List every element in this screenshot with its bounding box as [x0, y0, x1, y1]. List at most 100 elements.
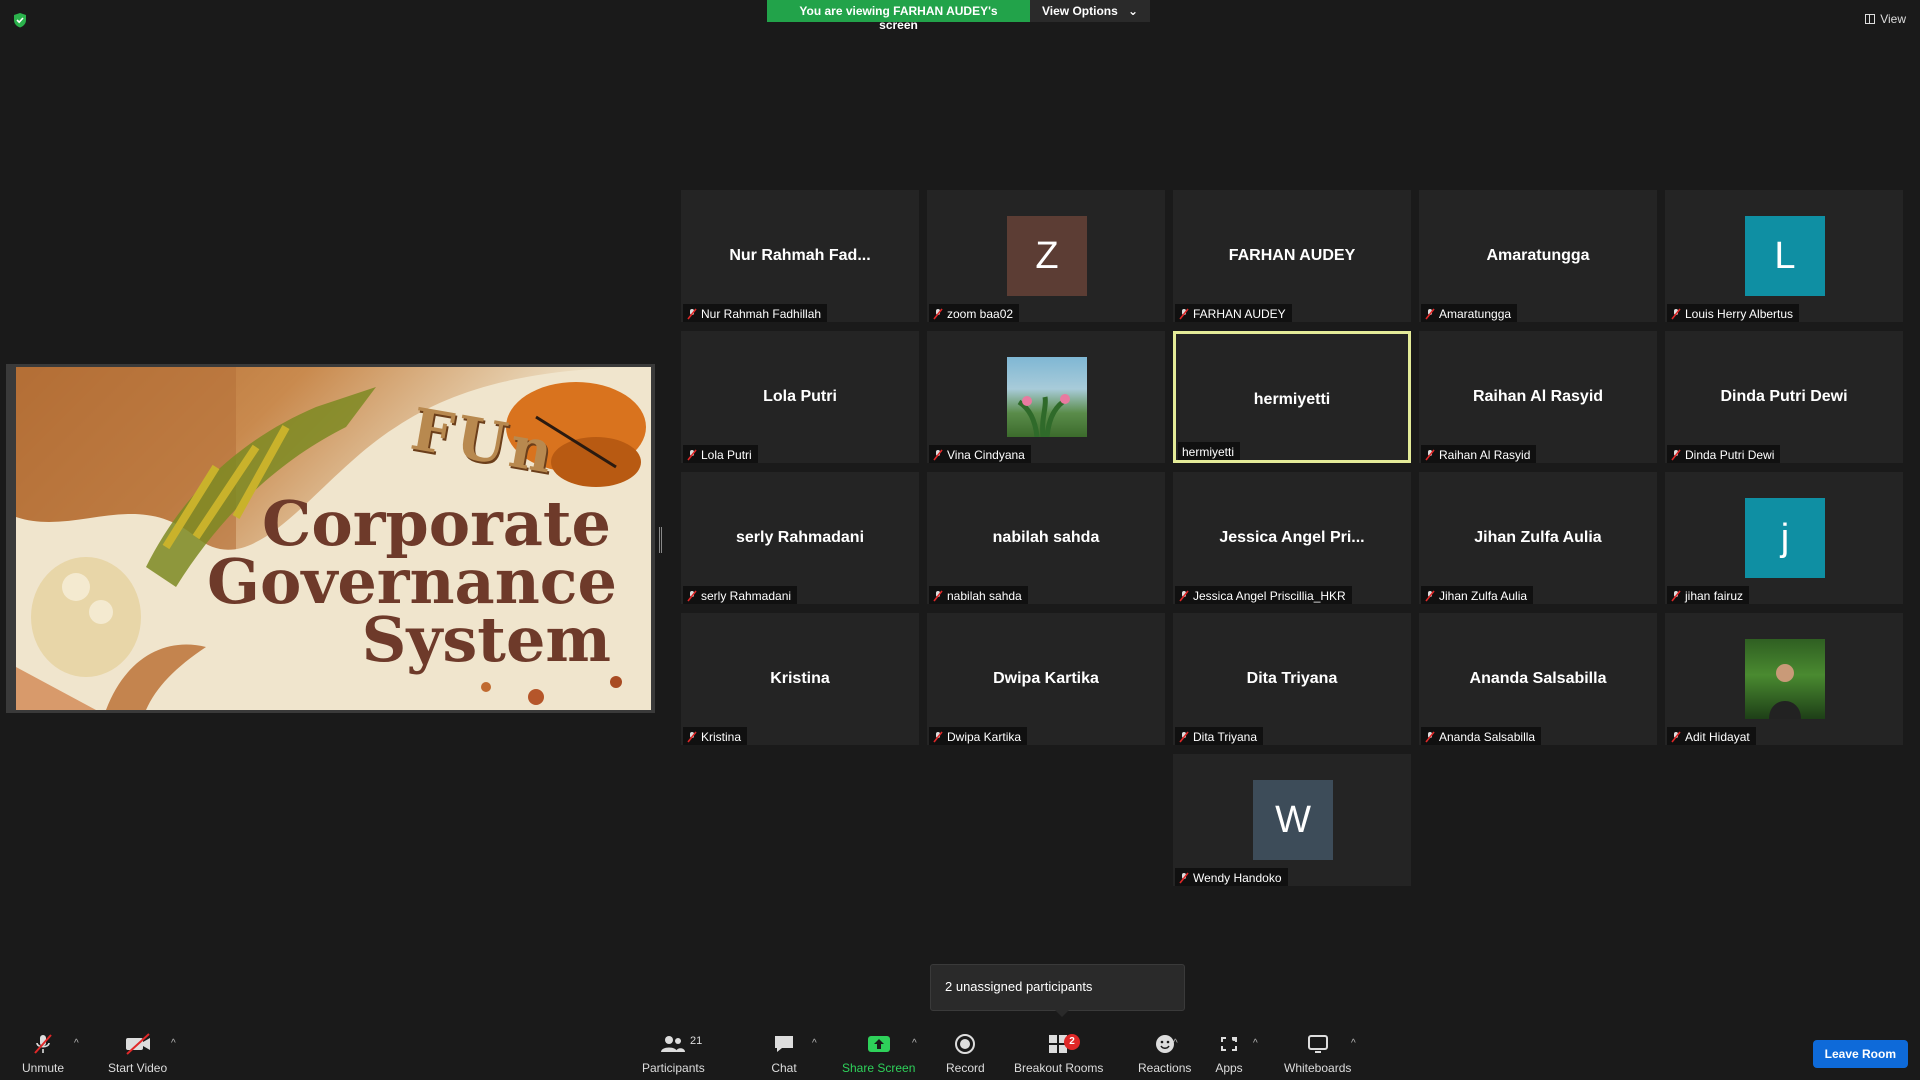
muted-microphone-icon [933, 731, 943, 743]
start-video-button[interactable]: Start Video [108, 1031, 167, 1075]
participant-tile[interactable]: j jihan fairuz [1665, 472, 1903, 604]
muted-microphone-icon [933, 308, 943, 320]
participant-name: Vina Cindyana [947, 447, 1025, 462]
participant-tile[interactable]: Jihan Zulfa Aulia Jihan Zulfa Aulia [1419, 472, 1657, 604]
apps-button[interactable]: Apps [1215, 1031, 1243, 1075]
participant-tile[interactable]: Kristina Kristina [681, 613, 919, 745]
participant-name-label: hermiyetti [1178, 442, 1241, 460]
participant-tile[interactable]: L Louis Herry Albertus [1665, 190, 1903, 322]
participant-tile[interactable]: Vina Cindyana [927, 331, 1165, 463]
participant-tile[interactable]: W Wendy Handoko [1173, 754, 1411, 886]
participant-name-label: jihan fairuz [1667, 586, 1750, 604]
view-layout-button[interactable]: View [1865, 12, 1906, 26]
screen-share-banner: You are viewing FARHAN AUDEY's screen Vi… [767, 0, 1150, 32]
whiteboards-options-caret-icon[interactable]: ^ [1351, 1038, 1356, 1049]
participant-tile[interactable]: Raihan Al Rasyid Raihan Al Rasyid [1419, 331, 1657, 463]
chevron-down-icon: ⌄ [1127, 4, 1138, 18]
start-video-label: Start Video [108, 1061, 168, 1075]
participant-tile[interactable]: Zzoom baa02 [927, 190, 1165, 322]
panel-resize-handle[interactable] [659, 527, 662, 553]
participant-display-name: Nur Rahmah Fad... [729, 247, 871, 264]
audio-options-caret-icon[interactable]: ^ [74, 1038, 79, 1049]
participant-tile[interactable]: Ananda Salsabilla Ananda Salsabilla [1419, 613, 1657, 745]
apps-options-caret-icon[interactable]: ^ [1253, 1038, 1258, 1049]
unmute-label: Unmute [22, 1061, 65, 1075]
participant-tile[interactable]: Adit Hidayat [1665, 613, 1903, 745]
whiteboard-icon [1304, 1031, 1332, 1057]
participant-name-label: Dwipa Kartika [929, 727, 1028, 745]
participant-display-name: FARHAN AUDEY [1228, 247, 1356, 264]
whiteboards-button[interactable]: Whiteboards [1284, 1031, 1351, 1075]
participant-tile[interactable]: Dinda Putri Dewi Dinda Putri Dewi [1665, 331, 1903, 463]
participant-name: Adit Hidayat [1685, 729, 1750, 744]
unmute-button[interactable]: Unmute [22, 1031, 64, 1075]
participant-display-name: Dwipa Kartika [993, 670, 1099, 687]
participant-name: Kristina [701, 729, 742, 744]
participant-display-name: nabilah sahda [992, 529, 1100, 546]
view-options-dropdown[interactable]: View Options ⌄ [1030, 0, 1150, 22]
participant-tile[interactable]: nabilah sahda nabilah sahda [927, 472, 1165, 604]
participant-name-label: FARHAN AUDEY [1175, 304, 1292, 322]
participant-name-label: Dinda Putri Dewi [1667, 445, 1781, 463]
participant-name: nabilah sahda [947, 588, 1022, 603]
share-screen-icon [865, 1031, 893, 1057]
participant-tile[interactable]: Jessica Angel Pri... Jessica Angel Prisci… [1173, 472, 1411, 604]
participant-name-label: nabilah sahda [929, 586, 1028, 604]
avatar: Z [1007, 216, 1087, 296]
profile-photo-plant [1007, 357, 1087, 437]
participant-name-label: serly Rahmadani [683, 586, 798, 604]
participants-count: 21 [690, 1035, 703, 1047]
reactions-label: Reactions [1138, 1061, 1192, 1075]
participant-name-label: Ananda Salsabilla [1421, 727, 1542, 745]
chat-options-caret-icon[interactable]: ^ [812, 1038, 817, 1049]
participant-tile[interactable]: Amaratungga Amaratungga [1419, 190, 1657, 322]
breakout-rooms-label: Breakout Rooms [1014, 1061, 1104, 1075]
participant-tile[interactable]: Lola Putri Lola Putri [681, 331, 919, 463]
participant-tile[interactable]: Nur Rahmah Fad... Nur Rahmah Fadhillah [681, 190, 919, 322]
participant-tile[interactable]: hermiyetti hermiyetti [1173, 331, 1411, 463]
reactions-button[interactable]: Reactions [1138, 1031, 1191, 1075]
breakout-rooms-button[interactable]: Breakout Rooms [1014, 1031, 1103, 1075]
muted-microphone-icon [29, 1031, 57, 1057]
participant-name: zoom baa02 [947, 306, 1014, 321]
share-options-caret-icon[interactable]: ^ [912, 1038, 917, 1049]
record-label: Record [946, 1061, 985, 1075]
reactions-options-caret-icon[interactable]: ^ [1173, 1038, 1178, 1049]
share-screen-label: Share Screen [842, 1061, 916, 1075]
participant-name-label: Louis Herry Albertus [1667, 304, 1800, 322]
participant-name: Wendy Handoko [1193, 870, 1282, 885]
share-screen-button[interactable]: Share Screen [842, 1031, 915, 1075]
participant-name: hermiyetti [1182, 444, 1235, 459]
muted-microphone-icon [1425, 731, 1435, 743]
muted-microphone-icon [933, 449, 943, 461]
participant-tile[interactable]: serly Rahmadani serly Rahmadani [681, 472, 919, 604]
participant-display-name: serly Rahmadani [735, 529, 865, 546]
participant-display-name: Amaratungga [1486, 247, 1590, 264]
participant-tile[interactable]: FARHAN AUDEY FARHAN AUDEY [1173, 190, 1411, 322]
participant-name-label: Dita Triyana [1175, 727, 1264, 745]
security-shield-icon[interactable] [12, 12, 28, 28]
muted-microphone-icon [687, 308, 697, 320]
participant-name: FARHAN AUDEY [1193, 306, 1286, 321]
leave-room-button[interactable]: Leave Room [1812, 1040, 1908, 1068]
apps-icon [1215, 1031, 1243, 1057]
participant-display-name: Kristina [770, 670, 830, 687]
muted-microphone-icon [687, 590, 697, 602]
participant-tile[interactable]: Dwipa Kartika Dwipa Kartika [927, 613, 1165, 745]
record-button[interactable]: Record [946, 1031, 985, 1075]
participant-name-label: Adit Hidayat [1667, 727, 1756, 745]
muted-microphone-icon [1179, 308, 1189, 320]
muted-microphone-icon [1179, 590, 1189, 602]
chat-button[interactable]: Chat [770, 1031, 798, 1075]
shared-screen-panel[interactable]: FUn Corporate Governance System [6, 364, 655, 713]
participant-name-label: zoom baa02 [929, 304, 1020, 322]
participant-name: Jihan Zulfa Aulia [1439, 588, 1528, 603]
chat-bubble-icon [770, 1031, 798, 1057]
tooltip-text: 2 unassigned participants [945, 979, 1093, 994]
video-options-caret-icon[interactable]: ^ [171, 1038, 176, 1049]
participant-tile[interactable]: Dita Triyana Dita Triyana [1173, 613, 1411, 745]
participant-display-name: Dinda Putri Dewi [1720, 388, 1848, 405]
avatar: L [1745, 216, 1825, 296]
participant-name: Dwipa Kartika [947, 729, 1022, 744]
participant-name-label: Raihan Al Rasyid [1421, 445, 1537, 463]
